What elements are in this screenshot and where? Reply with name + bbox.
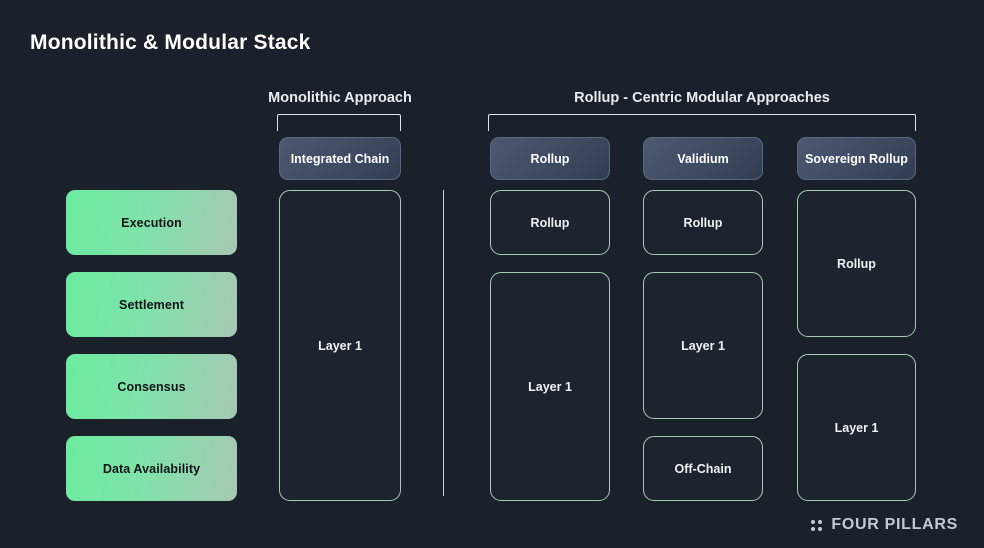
column-divider [443, 190, 445, 496]
group-header-modular: Rollup - Centric Modular Approaches [574, 90, 830, 106]
pillar-execution: Execution [66, 190, 237, 255]
bracket-monolithic [277, 114, 401, 131]
chip-rollup[interactable]: Rollup [490, 137, 610, 180]
box-rollup-rollup: Rollup [490, 190, 610, 255]
pillar-label: Settlement [119, 297, 184, 312]
chip-label: Rollup [530, 151, 570, 166]
box-label: Rollup [683, 215, 723, 230]
box-label: Layer 1 [681, 338, 725, 353]
chip-sovereign-rollup[interactable]: Sovereign Rollup [797, 137, 916, 180]
chip-validium[interactable]: Validium [643, 137, 763, 180]
brand-logo: FOUR PILLARS [811, 516, 958, 534]
chip-label: Validium [677, 151, 729, 166]
box-sovereign-rollup-rollup: Rollup [797, 190, 916, 337]
box-label: Rollup [837, 256, 876, 271]
pillar-data-availability: Data Availability [66, 436, 237, 501]
box-label: Rollup [530, 215, 570, 230]
brand-name: FOUR PILLARS [831, 516, 958, 533]
chip-integrated-chain[interactable]: Integrated Chain [279, 137, 401, 180]
box-label: Off-Chain [674, 461, 732, 476]
box-rollup-layer-1: Layer 1 [490, 272, 610, 501]
four-dot-grid-icon [811, 519, 823, 531]
pillar-label: Consensus [117, 379, 186, 394]
chip-label: Sovereign Rollup [805, 151, 908, 166]
box-label: Layer 1 [528, 379, 572, 394]
box-validium-rollup: Rollup [643, 190, 763, 255]
box-validium-layer-1: Layer 1 [643, 272, 763, 419]
pillar-label: Data Availability [102, 461, 201, 476]
pillar-consensus: Consensus [66, 354, 237, 419]
box-label: Layer 1 [834, 420, 879, 435]
pillar-label: Execution [121, 215, 182, 230]
box-integrated-chain-layer-1: Layer 1 [279, 190, 401, 501]
page-title: Monolithic & Modular Stack [30, 31, 311, 54]
chip-label: Integrated Chain [290, 151, 390, 166]
bracket-modular [488, 114, 916, 131]
group-header-monolithic: Monolithic Approach [268, 90, 412, 106]
box-sovereign-rollup-layer-1: Layer 1 [797, 354, 916, 501]
pillar-settlement: Settlement [66, 272, 237, 337]
box-validium-off-chain: Off-Chain [643, 436, 763, 501]
box-label: Layer 1 [318, 338, 362, 353]
